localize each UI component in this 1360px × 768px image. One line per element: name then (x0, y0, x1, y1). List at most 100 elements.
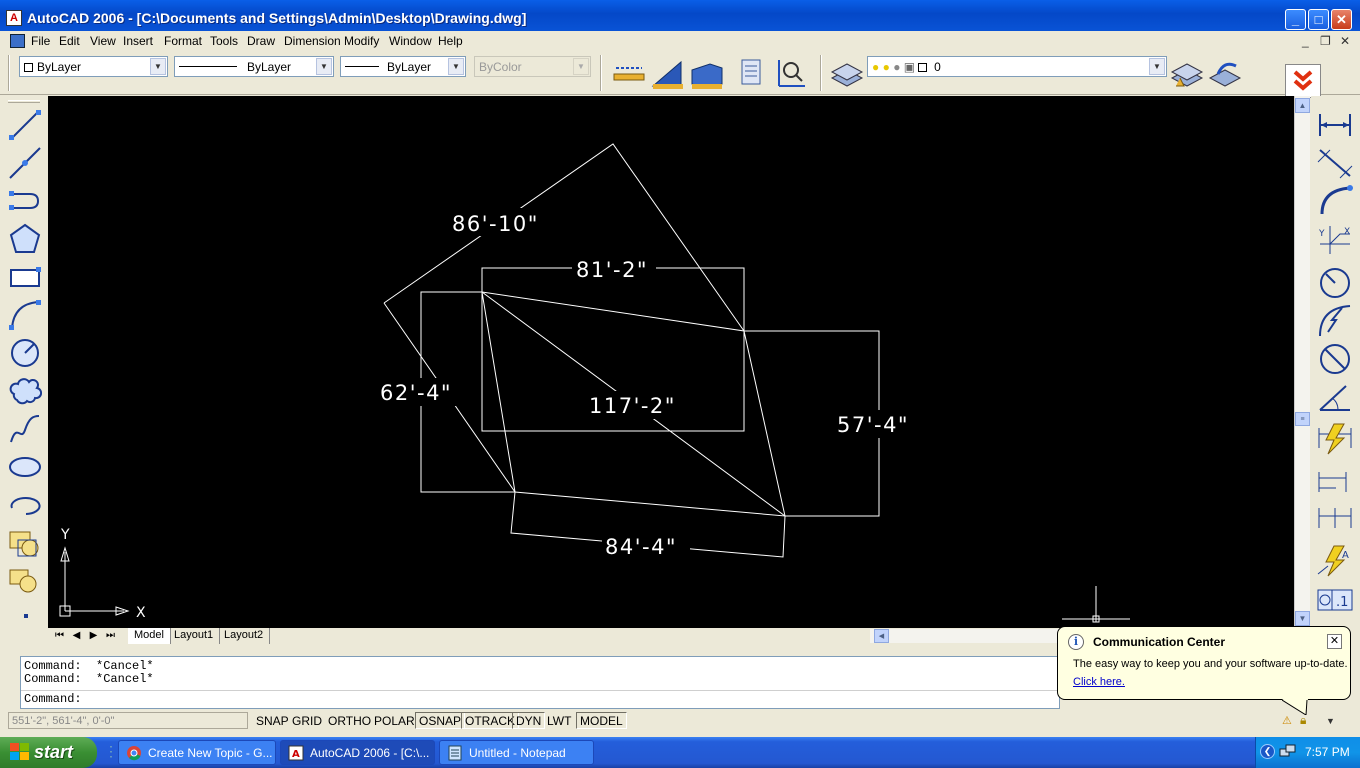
taskbar-item-autocad[interactable]: A AutoCAD 2006 - [C:\... (280, 740, 435, 765)
color-control[interactable]: ByLayer ▼ (19, 56, 168, 77)
menu-format[interactable]: Format (164, 34, 202, 48)
start-button[interactable]: start (0, 737, 97, 768)
warning-icon[interactable]: ⚠ (1282, 714, 1292, 727)
scroll-left-button[interactable]: ◀ (874, 629, 889, 643)
osnap-toggle[interactable]: OSNAP (415, 712, 466, 729)
menu-tools[interactable]: Tools (210, 34, 238, 48)
show-hidden-icons-icon[interactable]: ❮ (1260, 744, 1275, 759)
continue-dimension-icon[interactable] (690, 56, 724, 90)
first-tab-button[interactable]: ⏮ (51, 629, 68, 643)
command-window[interactable]: Command: *Cancel* Command: *Cancel* Comm… (20, 656, 1060, 709)
taskbar-item-chrome[interactable]: Create New Topic - G... (118, 740, 276, 765)
communication-center-balloon[interactable]: i Communication Center ✕ The easy way to… (1057, 626, 1351, 715)
rectangle-icon[interactable] (8, 260, 42, 294)
line-icon[interactable] (8, 108, 42, 142)
menu-file[interactable]: File (31, 34, 50, 48)
tab-model[interactable]: Model (128, 628, 171, 644)
balloon-close-button[interactable]: ✕ (1327, 634, 1342, 649)
make-layer-current-icon[interactable] (1170, 56, 1204, 90)
chevron-down-icon[interactable]: ▼ (150, 58, 166, 75)
quick-dimension-icon[interactable] (612, 56, 646, 90)
baseline-dimension-icon[interactable] (1316, 464, 1354, 498)
prev-tab-button[interactable]: ◀ (68, 629, 85, 643)
scroll-up-button[interactable]: ▲ (1295, 98, 1310, 113)
balloon-link[interactable]: Click here. (1073, 676, 1125, 688)
tab-layout1[interactable]: Layout1 (168, 628, 221, 644)
menu-dimension[interactable]: Dimension (284, 34, 341, 48)
polar-toggle[interactable]: POLAR (370, 712, 419, 729)
quick-dimension-icon[interactable] (1316, 422, 1354, 456)
command-prompt[interactable]: Command: (24, 692, 82, 706)
expand-toolbar-icon[interactable] (1285, 64, 1321, 98)
aligned-dimension-icon[interactable] (1316, 146, 1354, 180)
menu-insert[interactable]: Insert (123, 34, 153, 48)
model-toggle[interactable]: MODEL (576, 712, 627, 729)
doc-close-button[interactable]: ✕ (1340, 34, 1350, 48)
chevron-down-icon[interactable]: ▼ (316, 58, 332, 75)
next-tab-button[interactable]: ▶ (85, 629, 102, 643)
doc-restore-button[interactable]: ❐ (1320, 34, 1331, 48)
revision-cloud-icon[interactable] (8, 374, 42, 408)
layer-control[interactable]: ● ● ● ▣ 0 ▼ (867, 56, 1167, 77)
layer-manager-icon[interactable] (830, 56, 864, 90)
zoom-axis-icon[interactable] (773, 56, 807, 90)
ordinate-dimension-icon[interactable]: YX (1316, 222, 1354, 256)
radius-dimension-icon[interactable] (1316, 266, 1354, 300)
lock-icon[interactable]: 🔒︎ (1300, 713, 1306, 728)
maximize-button[interactable]: □ (1308, 9, 1329, 30)
tab-layout2[interactable]: Layout2 (218, 628, 271, 644)
menu-draw[interactable]: Draw (247, 34, 275, 48)
layer-previous-icon[interactable] (1208, 56, 1242, 90)
grid-toggle[interactable]: GRID (288, 712, 326, 729)
linetype-control[interactable]: ByLayer ▼ (174, 56, 334, 77)
quick-leader-icon[interactable]: A (1316, 544, 1354, 578)
chevron-down-icon[interactable]: ▼ (448, 58, 464, 75)
circle-icon[interactable] (8, 336, 42, 370)
make-block-icon[interactable] (8, 564, 42, 598)
continue-dimension-icon[interactable] (1316, 500, 1354, 534)
ellipse-icon[interactable] (8, 450, 42, 484)
drawing-area[interactable]: 86'-10" 81'-2" 62'-4" 117'-2" 57'-4" 84'… (48, 96, 1294, 628)
menu-window[interactable]: Window (389, 34, 432, 48)
document-icon[interactable] (10, 34, 25, 48)
baseline-dimension-icon[interactable] (651, 56, 685, 90)
tolerance-icon[interactable]: .1 (1316, 584, 1354, 618)
menu-edit[interactable]: Edit (59, 34, 80, 48)
linear-dimension-icon[interactable] (1316, 108, 1354, 142)
chevron-down-icon[interactable]: ▼ (1149, 58, 1165, 75)
construction-line-icon[interactable] (8, 146, 42, 180)
jogged-dimension-icon[interactable] (1316, 304, 1354, 338)
menu-modify[interactable]: Modify (344, 34, 379, 48)
spline-icon[interactable] (8, 412, 42, 446)
last-tab-button[interactable]: ⏭ (102, 629, 119, 643)
snap-toggle[interactable]: SNAP (252, 712, 293, 729)
menu-view[interactable]: View (90, 34, 116, 48)
ellipse-arc-icon[interactable] (8, 488, 42, 522)
otrack-toggle[interactable]: OTRACK (461, 712, 520, 729)
diameter-dimension-icon[interactable] (1316, 342, 1354, 376)
polygon-icon[interactable] (8, 222, 42, 256)
scroll-thumb[interactable]: ≡ (1295, 412, 1310, 426)
scroll-down-button[interactable]: ▼ (1295, 611, 1310, 626)
point-icon[interactable] (8, 606, 42, 626)
clock[interactable]: 7:57 PM (1305, 745, 1350, 759)
menu-help[interactable]: Help (438, 34, 463, 48)
status-menu-arrow-icon[interactable]: ▼ (1326, 716, 1335, 726)
arc-length-icon[interactable] (1316, 184, 1354, 218)
insert-block-icon[interactable] (8, 526, 42, 560)
minimize-button[interactable]: _ (1285, 9, 1306, 30)
close-button[interactable]: ✕ (1331, 9, 1352, 30)
coordinates-display[interactable]: 551'-2", 561'-4", 0'-0" (8, 712, 248, 729)
doc-minimize-button[interactable]: _ (1302, 34, 1309, 48)
dyn-toggle[interactable]: DYN (512, 712, 546, 729)
scroll-text-icon[interactable] (734, 56, 768, 90)
network-icon[interactable] (1279, 744, 1297, 760)
angular-dimension-icon[interactable] (1316, 380, 1354, 414)
lineweight-control[interactable]: ByLayer ▼ (340, 56, 466, 77)
taskbar-item-notepad[interactable]: Untitled - Notepad (439, 740, 594, 765)
ortho-toggle[interactable]: ORTHO (324, 712, 375, 729)
polyline-icon[interactable] (8, 184, 42, 218)
vertical-scrollbar[interactable]: ▲ ≡ ▼ (1294, 96, 1310, 628)
lwt-toggle[interactable]: LWT (543, 712, 575, 729)
autocad-icon[interactable]: A (6, 10, 22, 26)
